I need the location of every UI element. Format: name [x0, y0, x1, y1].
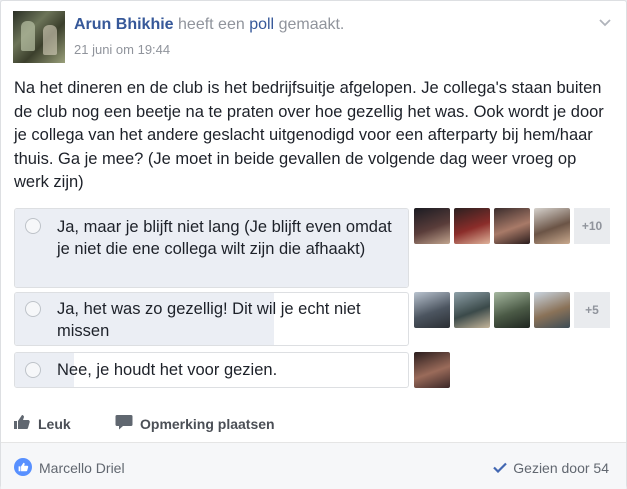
more-voters-badge[interactable]: +5: [574, 292, 610, 328]
poll-option-1[interactable]: Ja, maar je blijft niet lang (Je blijft …: [14, 208, 409, 288]
liker-name-link[interactable]: Marcello Driel: [39, 460, 125, 476]
chevron-down-icon[interactable]: [598, 15, 612, 29]
post-actions-bar: Leuk Opmerking plaatsen: [13, 405, 614, 441]
poll-link[interactable]: poll: [249, 16, 274, 33]
poll-post-card: Arun Bhikhie heeft een poll gemaakt. 21 …: [0, 0, 627, 489]
poll-option-3[interactable]: Nee, je houdt het voor gezien.: [14, 352, 409, 388]
more-voters-badge[interactable]: +10: [574, 208, 610, 244]
seen-by-label: Gezien door 54: [513, 460, 609, 476]
voter-avatar[interactable]: [534, 208, 570, 244]
post-body-text: Na het dineren en de club is het bedrijf…: [14, 79, 604, 191]
author-name-link[interactable]: Arun Bhikhie: [74, 16, 174, 33]
comment-action-button[interactable]: Opmerking plaatsen: [115, 414, 275, 433]
voter-avatar[interactable]: [414, 292, 450, 328]
author-avatar[interactable]: [13, 11, 65, 63]
poll-option-2-voters: +5: [414, 292, 610, 328]
like-action-label: Leuk: [38, 415, 71, 432]
post-timestamp[interactable]: 21 juni om 19:44: [74, 42, 170, 57]
thumbs-up-icon: [13, 414, 31, 433]
poll-option-2[interactable]: Ja, het was zo gezellig! Dit wil je echt…: [14, 292, 409, 346]
check-icon: [493, 460, 508, 476]
voter-avatar[interactable]: [534, 292, 570, 328]
thumbs-up-icon: [14, 458, 32, 476]
action-prefix: heeft een: [178, 16, 245, 33]
poll-option-3-radio[interactable]: [25, 362, 41, 378]
voter-avatar[interactable]: [494, 208, 530, 244]
voter-avatar[interactable]: [414, 352, 450, 388]
poll-option-3-voters: [414, 352, 450, 388]
poll-option-1-radio[interactable]: [25, 218, 41, 234]
poll-option-2-label: Ja, het was zo gezellig! Dit wil je echt…: [57, 300, 361, 340]
post-title-line: Arun Bhikhie heeft een poll gemaakt.: [74, 16, 344, 34]
poll-option-1-voters: +10: [414, 208, 610, 244]
voter-avatar[interactable]: [414, 208, 450, 244]
poll-option-2-radio[interactable]: [25, 301, 41, 317]
post-footer: Marcello Driel Gezien door 54: [1, 442, 626, 489]
post-header: Arun Bhikhie heeft een poll gemaakt. 21 …: [13, 11, 614, 63]
comment-icon: [115, 414, 133, 433]
seen-by-indicator[interactable]: Gezien door 54: [493, 460, 609, 476]
poll-option-3-label: Nee, je houdt het voor gezien.: [57, 361, 278, 379]
voter-avatar[interactable]: [454, 208, 490, 244]
voter-avatar[interactable]: [454, 292, 490, 328]
poll-option-1-label: Ja, maar je blijft niet lang (Je blijft …: [57, 218, 392, 258]
action-suffix: gemaakt.: [278, 16, 345, 33]
voter-avatar[interactable]: [494, 292, 530, 328]
comment-action-label: Opmerking plaatsen: [140, 415, 275, 432]
like-action-button[interactable]: Leuk: [13, 414, 71, 433]
